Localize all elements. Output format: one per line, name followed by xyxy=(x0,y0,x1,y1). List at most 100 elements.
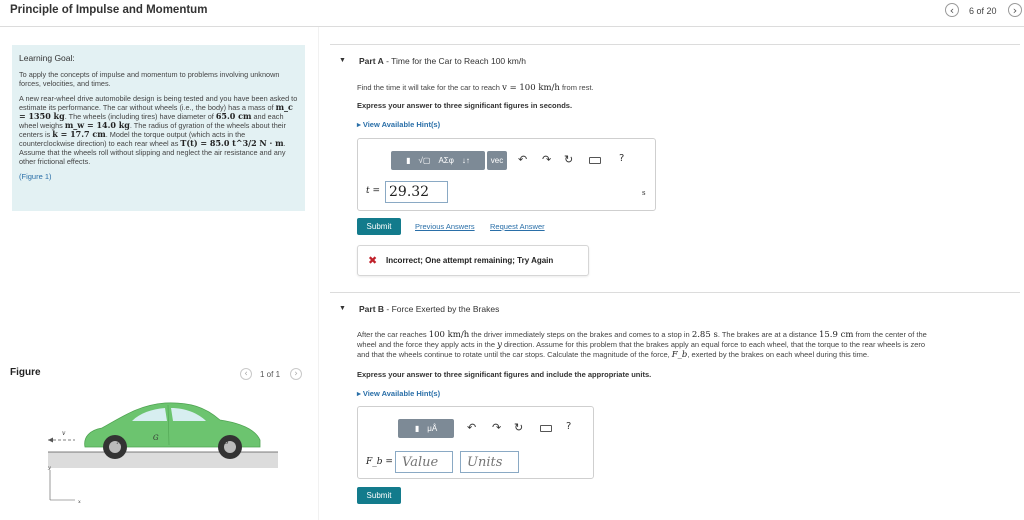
part-subtitle: - Time for the Car to Reach 100 km/h xyxy=(383,56,526,66)
part-a-question: Find the time it will take for the car t… xyxy=(357,83,594,93)
reset-icon[interactable]: ↻ xyxy=(514,421,523,434)
incorrect-icon: ✖ xyxy=(368,254,378,267)
part-b-title: Part B - Force Exerted by the Brakes xyxy=(359,304,499,314)
keyboard-icon[interactable] xyxy=(589,157,601,164)
problem-statement: A new rear-wheel drive automobile design… xyxy=(19,94,298,166)
text: and that the wheels continue to rotate u… xyxy=(357,350,672,359)
submit-button[interactable]: Submit xyxy=(357,487,401,504)
page-counter: 6 of 20 xyxy=(969,6,997,16)
target-speed: v = 100 km/h xyxy=(502,83,560,93)
undo-icon[interactable]: ↶ xyxy=(467,421,476,434)
part-label: Part A xyxy=(359,56,384,66)
text: from rest. xyxy=(559,83,594,92)
math-toolbar: ▮ √▢ ΑΣφ ↓↑ vec ↶ ↷ ↻ ? xyxy=(391,151,641,170)
axis-label-x: x xyxy=(78,499,81,505)
part-a-answer-box: ▮√▢ΑΣφ↓↑ vec ↶ ↷ ↻ ? t = s xyxy=(357,138,656,211)
part-subtitle: - Force Exerted by the Brakes xyxy=(384,304,500,314)
templates-icon[interactable]: ▮ xyxy=(402,151,414,170)
stop-time: 2.85 s xyxy=(691,330,718,340)
chevron-right-icon[interactable]: › xyxy=(1008,3,1022,17)
part-a-title: Part A - Time for the Car to Reach 100 k… xyxy=(359,56,526,66)
figure-counter: 1 of 1 xyxy=(260,370,281,379)
label-A: A xyxy=(116,439,122,446)
column-divider xyxy=(318,27,319,520)
text: direction. Assume for this problem that … xyxy=(501,340,926,349)
hints-label: View Available Hint(s) xyxy=(362,120,441,129)
undo-icon[interactable]: ↶ xyxy=(518,153,527,166)
help-icon[interactable]: ? xyxy=(619,153,624,164)
text: from the center of the xyxy=(853,330,927,339)
text: , exerted by the brakes on each wheel du… xyxy=(687,350,870,359)
brake-distance: 15.9 cm xyxy=(818,330,854,340)
text: After the car reaches xyxy=(357,330,429,339)
top-bar: Principle of Impulse and Momentum ‹ 6 of… xyxy=(0,0,1024,27)
part-b-header[interactable]: ▼ Part B - Force Exerted by the Brakes xyxy=(330,292,1020,323)
part-b-answer-box: ▮ μÅ ↶ ↷ ↻ ? F_b = xyxy=(357,406,594,479)
learning-goal-heading: Learning Goal: xyxy=(19,53,75,63)
answer-variable: t = xyxy=(366,186,381,196)
reset-icon[interactable]: ↻ xyxy=(564,153,573,166)
chevron-left-icon[interactable]: ‹ xyxy=(240,368,252,380)
question-line-3: and that the wheels continue to rotate u… xyxy=(357,350,1017,360)
subscript-button[interactable]: ↓↑ xyxy=(458,151,474,170)
collapse-triangle-icon[interactable]: ▼ xyxy=(339,57,346,64)
feedback-message: ✖ Incorrect; One attempt remaining; Try … xyxy=(357,245,589,276)
chevron-right-icon[interactable]: › xyxy=(290,368,302,380)
question-line-2: wheel and the force they apply acts in t… xyxy=(357,340,1017,350)
previous-answers-link[interactable]: Previous Answers xyxy=(415,222,475,231)
torque-formula: T(t) = 85.0 t^3/2 N · m xyxy=(180,138,284,148)
speed-value: 100 km/h xyxy=(428,330,470,340)
redo-icon[interactable]: ↷ xyxy=(542,153,551,166)
answer-input[interactable] xyxy=(385,181,448,203)
answer-unit: s xyxy=(642,189,646,197)
answer-variable: F_b = xyxy=(366,457,393,467)
learning-goal-panel: Learning Goal: To apply the concepts of … xyxy=(12,45,305,211)
part-b-instructions: Express your answer to three significant… xyxy=(357,370,652,379)
collapse-triangle-icon[interactable]: ▼ xyxy=(339,305,346,312)
units-toolbar: ▮ μÅ ↶ ↷ ↻ ? xyxy=(398,419,588,438)
request-answer-link[interactable]: Request Answer xyxy=(490,222,545,231)
force-symbol: F_b xyxy=(671,350,688,360)
sqrt-button[interactable]: √▢ xyxy=(414,151,434,170)
templates-icon[interactable]: ▮ xyxy=(411,419,423,438)
units-symbol-group: ▮ μÅ xyxy=(398,419,454,438)
label-B: B xyxy=(223,439,229,446)
math-symbol-group: ▮ √▢ ΑΣφ ↓↑ xyxy=(391,151,485,170)
figure-heading: Figure xyxy=(10,367,41,378)
wheel-diameter: 65.0 cm xyxy=(215,111,252,121)
part-label: Part B xyxy=(359,304,385,314)
question-line-1: After the car reaches 100 km/h the drive… xyxy=(357,330,1017,340)
label-G: G xyxy=(153,434,159,442)
car-figure: v G A B y x xyxy=(47,402,278,505)
chevron-left-icon[interactable]: ‹ xyxy=(945,3,959,17)
feedback-text: Incorrect; One attempt remaining; Try Ag… xyxy=(386,256,554,265)
page-title: Principle of Impulse and Momentum xyxy=(10,4,208,16)
keyboard-icon[interactable] xyxy=(540,425,552,432)
figure-link[interactable]: (Figure 1) xyxy=(19,172,298,181)
value-input[interactable] xyxy=(395,451,453,473)
part-a-header[interactable]: ▼ Part A - Time for the Car to Reach 100… xyxy=(330,44,1020,75)
text: wheel and the force they apply acts in t… xyxy=(357,340,498,349)
part-a-instructions: Express your answer to three significant… xyxy=(357,101,573,110)
vec-button[interactable]: vec xyxy=(487,151,507,170)
units-button[interactable]: μÅ xyxy=(423,419,441,438)
arrow-head xyxy=(48,437,53,443)
submit-button[interactable]: Submit xyxy=(357,218,401,235)
part-b-question: After the car reaches 100 km/h the drive… xyxy=(357,330,1017,360)
text: . The brakes are at a distance xyxy=(717,330,819,339)
text: Find the time it will take for the car t… xyxy=(357,83,503,92)
redo-icon[interactable]: ↷ xyxy=(492,421,501,434)
help-icon[interactable]: ? xyxy=(566,421,571,432)
ground xyxy=(48,452,278,468)
units-input[interactable] xyxy=(460,451,519,473)
greek-button[interactable]: ΑΣφ xyxy=(434,151,457,170)
text: A new rear-wheel drive automobile design… xyxy=(19,94,298,112)
learning-goal-intro: To apply the concepts of impulse and mom… xyxy=(19,70,280,88)
text: the driver immediately steps on the brak… xyxy=(469,330,692,339)
hints-label: View Available Hint(s) xyxy=(362,389,441,398)
radius-gyration: k = 17.7 cm xyxy=(52,129,106,139)
label-v: v xyxy=(62,430,66,437)
axis-label-y: y xyxy=(47,465,51,471)
part-b-hints-link[interactable]: ▸ View Available Hint(s) xyxy=(357,389,440,398)
part-a-hints-link[interactable]: ▸ View Available Hint(s) xyxy=(357,120,440,129)
